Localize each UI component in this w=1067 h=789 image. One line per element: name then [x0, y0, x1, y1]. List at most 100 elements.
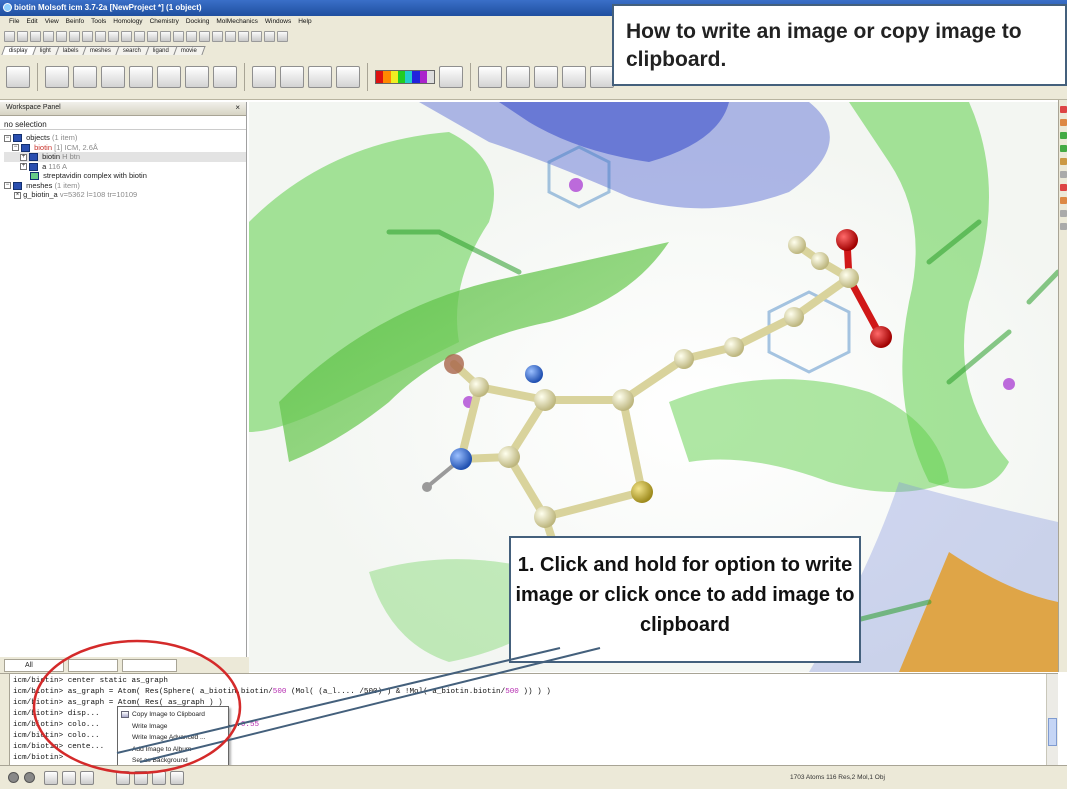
color-cyan[interactable]: [405, 71, 413, 83]
pin-icon-2[interactable]: [251, 31, 262, 42]
record-icon[interactable]: [8, 772, 19, 783]
color-wheel-icon[interactable]: [439, 66, 463, 88]
window-icon[interactable]: [44, 771, 58, 785]
molecule-icon[interactable]: [186, 31, 197, 42]
view-icon-4[interactable]: [336, 66, 360, 88]
settings-icon[interactable]: [170, 771, 184, 785]
ligand-icon[interactable]: [199, 31, 210, 42]
menu-item-add-to-album[interactable]: Add Image to Album: [118, 744, 228, 756]
mesh-checkbox[interactable]: ×: [14, 191, 21, 199]
terminal-scrollbar[interactable]: [1046, 674, 1058, 766]
view-icon-2[interactable]: [280, 66, 304, 88]
close-icon[interactable]: ×: [235, 103, 240, 112]
tab-movie[interactable]: movie: [173, 46, 207, 55]
skin-icon[interactable]: [213, 66, 237, 88]
redo-icon[interactable]: [69, 31, 80, 42]
menu-chemistry[interactable]: Chemistry: [147, 16, 183, 29]
menu-homology[interactable]: Homology: [110, 16, 146, 29]
tool-icon-2[interactable]: [1060, 119, 1067, 126]
window-icon-3[interactable]: [80, 771, 94, 785]
menu-view[interactable]: View: [42, 16, 63, 29]
ball-icon[interactable]: [101, 66, 125, 88]
menu-item-copy-image[interactable]: Copy Image to Clipboard: [118, 709, 228, 721]
grob-icon[interactable]: [478, 66, 502, 88]
collapse-icon[interactable]: −: [4, 134, 11, 142]
select-icon[interactable]: [134, 31, 145, 42]
pin-icon-3[interactable]: [264, 31, 275, 42]
tool-icon-8[interactable]: [1060, 197, 1067, 204]
pdb-icon[interactable]: [160, 31, 171, 42]
color-yellow[interactable]: [390, 71, 398, 83]
tool-icon-4[interactable]: [1060, 145, 1067, 152]
tree-row-biotin-molecule[interactable]: + biotin H btn: [4, 152, 246, 162]
color-palette[interactable]: [375, 70, 435, 84]
tool-icon-6[interactable]: [1060, 171, 1067, 178]
find-icon[interactable]: [95, 31, 106, 42]
tree-row-objects[interactable]: − objects (1 item): [4, 133, 246, 143]
expand-icon[interactable]: +: [20, 153, 27, 161]
tool-icon-7[interactable]: [1060, 184, 1067, 191]
menu-edit[interactable]: Edit: [23, 16, 41, 29]
window-icon-2[interactable]: [62, 771, 76, 785]
ph-icon[interactable]: [6, 66, 30, 88]
tool-icon-9[interactable]: [1060, 210, 1067, 217]
clip-icon[interactable]: [562, 66, 586, 88]
color-green[interactable]: [397, 71, 405, 83]
tree-row-meshes[interactable]: − meshes (1 item): [4, 181, 246, 191]
menu-item-write-image[interactable]: Write Image: [118, 721, 228, 733]
arrow-icon[interactable]: [590, 66, 614, 88]
menu-item-write-image-advanced[interactable]: Write Image Advanced ...: [118, 732, 228, 744]
undo-icon[interactable]: [56, 31, 67, 42]
color-purple[interactable]: [419, 71, 427, 83]
atom-icon[interactable]: [225, 31, 236, 42]
filter-icon[interactable]: [82, 31, 93, 42]
table-icon[interactable]: [147, 31, 158, 42]
color-red[interactable]: [376, 71, 384, 83]
color-blue[interactable]: [412, 71, 420, 83]
tool-icon-5[interactable]: [1060, 158, 1067, 165]
ribbon-icon[interactable]: [157, 66, 181, 88]
tab-display[interactable]: display: [1, 46, 37, 55]
menu-tools[interactable]: Tools: [88, 16, 110, 29]
tree-row-mesh[interactable]: × g_biotin_a v=5362 l=108 tr=10109: [4, 190, 246, 200]
grid-icon[interactable]: [173, 31, 184, 42]
image-icon[interactable]: [116, 771, 130, 785]
menu-molmechanics[interactable]: MolMechanics: [213, 16, 262, 29]
color-orange[interactable]: [383, 71, 391, 83]
pin-icon[interactable]: [238, 31, 249, 42]
surface-icon[interactable]: [185, 66, 209, 88]
menu-docking[interactable]: Docking: [183, 16, 213, 29]
print-icon[interactable]: [43, 31, 54, 42]
chain-icon[interactable]: [212, 31, 223, 42]
tool-icon-1[interactable]: [1060, 106, 1067, 113]
tree-row-chain-a[interactable]: + a 116 A: [4, 162, 246, 172]
expand-icon[interactable]: +: [20, 163, 27, 171]
view-icon-3[interactable]: [308, 66, 332, 88]
menu-help[interactable]: Help: [295, 16, 315, 29]
tab-meshes[interactable]: meshes: [82, 46, 121, 55]
collapse-icon[interactable]: −: [4, 182, 11, 190]
save-icon[interactable]: [30, 31, 41, 42]
stop-icon[interactable]: [24, 772, 35, 783]
menu-file[interactable]: File: [6, 16, 23, 29]
collapse-icon[interactable]: −: [12, 144, 19, 152]
box-icon[interactable]: [506, 66, 530, 88]
tab-all[interactable]: All: [4, 658, 64, 672]
box-icon-2[interactable]: [534, 66, 558, 88]
wire-icon[interactable]: [45, 66, 69, 88]
tree-row-biotin-object[interactable]: − biotin [1] ICM, 2.6Å: [4, 143, 246, 153]
color-white[interactable]: [426, 71, 434, 83]
stick-icon[interactable]: [73, 66, 97, 88]
open-file-icon[interactable]: [17, 31, 28, 42]
cpk-icon[interactable]: [129, 66, 153, 88]
menu-beinfo[interactable]: Beinfo: [63, 16, 88, 29]
new-file-icon[interactable]: [4, 31, 15, 42]
scrollbar-thumb[interactable]: [1048, 718, 1057, 746]
tab-graph[interactable]: [68, 658, 118, 672]
tool-icon-10[interactable]: [1060, 223, 1067, 230]
movie-icon[interactable]: [152, 771, 166, 785]
zoom-in-icon[interactable]: [108, 31, 119, 42]
tool-icon-3[interactable]: [1060, 132, 1067, 139]
tree-row-description[interactable]: streptavidin complex with biotin: [4, 171, 246, 181]
zoom-out-icon[interactable]: [121, 31, 132, 42]
